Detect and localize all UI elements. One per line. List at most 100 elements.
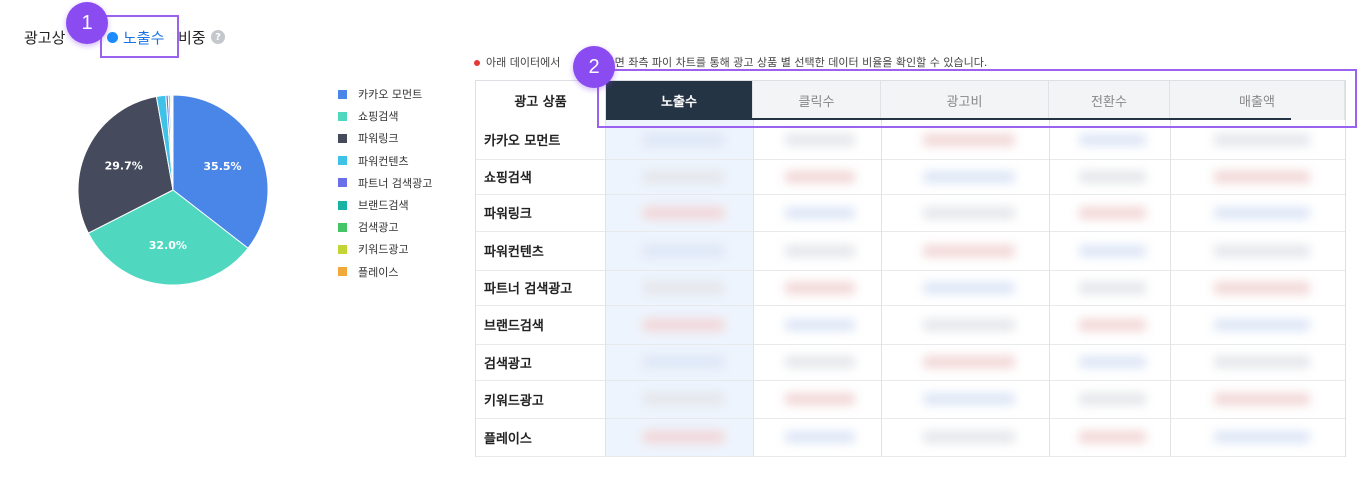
blurred-cell-value <box>785 244 856 257</box>
highlight-box-columns <box>597 69 1357 128</box>
legend-swatch <box>338 89 347 99</box>
help-glyph: ? <box>215 31 221 43</box>
step-badge-2: 2 <box>573 46 615 88</box>
step-badge-1-text: 1 <box>81 11 93 34</box>
blurred-cell-value <box>785 431 856 443</box>
blurred-cell-value <box>1213 393 1310 405</box>
note-bullet-icon <box>474 60 480 66</box>
blurred-cell-value <box>923 281 1016 294</box>
legend-swatch <box>338 111 347 121</box>
column-separator <box>1170 120 1171 456</box>
blurred-cell-value <box>642 318 724 331</box>
legend-label: 파트너 검색광고 <box>358 176 433 190</box>
blurred-cell-value <box>923 133 1016 146</box>
legend-item[interactable]: 검색광고 <box>338 216 432 238</box>
blurred-cell-value <box>1079 318 1146 331</box>
row-product-name: 쇼핑검색 <box>476 159 606 194</box>
note-text-after: 릭하면 좌측 파이 차트를 통해 광고 상품 별 선택한 데이터 비율을 확인할… <box>594 56 988 69</box>
blurred-cell-value <box>642 281 724 294</box>
table-row[interactable]: 브랜드검색 <box>476 305 1345 345</box>
help-icon[interactable]: ? <box>211 30 225 44</box>
blurred-cell-value <box>1213 170 1310 183</box>
blurred-cell-value <box>1213 281 1310 294</box>
legend-swatch <box>338 200 347 210</box>
row-product-name: 파트너 검색광고 <box>476 270 606 305</box>
legend-item[interactable]: 쇼핑검색 <box>338 105 432 127</box>
blurred-cell-value <box>642 431 724 443</box>
blurred-cell-value <box>642 393 724 405</box>
blurred-cell-value <box>785 356 856 368</box>
title-prefix: 광고상 <box>24 29 66 47</box>
legend-item[interactable]: 플레이스 <box>338 261 432 283</box>
blurred-cell-value <box>642 356 724 368</box>
column-separator <box>1049 120 1050 456</box>
pie-chart[interactable]: 35.5% 32.0% 29.7% <box>78 95 268 285</box>
legend-item[interactable]: 브랜드검색 <box>338 194 432 216</box>
blurred-cell-value <box>785 281 856 294</box>
legend-label: 카카오 모먼트 <box>358 88 423 102</box>
blurred-cell-value <box>923 244 1016 257</box>
legend-label: 쇼핑검색 <box>358 110 399 124</box>
table-row[interactable]: 쇼핑검색 <box>476 159 1345 195</box>
row-product-name: 검색광고 <box>476 344 606 380</box>
blurred-cell-value <box>1213 431 1310 443</box>
table-row[interactable]: 파워링크 <box>476 194 1345 232</box>
blurred-cell-value <box>1079 133 1146 146</box>
column-separator <box>881 120 882 456</box>
blurred-cell-value <box>923 431 1016 443</box>
blurred-cell-value <box>1079 170 1146 183</box>
blurred-cell-value <box>1079 206 1146 219</box>
table-row[interactable]: 검색광고 <box>476 344 1345 381</box>
pie-slice-8[interactable] <box>171 95 174 191</box>
blurred-cell-value <box>785 206 856 219</box>
chart-legend: 카카오 모먼트쇼핑검색파워링크파워컨텐츠파트너 검색광고브랜드검색검색광고키워드… <box>338 83 432 283</box>
legend-label: 브랜드검색 <box>358 199 409 213</box>
legend-item[interactable]: 파워컨텐츠 <box>338 150 432 172</box>
row-product-name: 키워드광고 <box>476 380 606 418</box>
blurred-cell-value <box>642 206 724 219</box>
blurred-cell-value <box>923 170 1016 183</box>
blurred-cell-value <box>642 244 724 257</box>
legend-item[interactable]: 파워링크 <box>338 127 432 149</box>
legend-label: 검색광고 <box>358 221 399 235</box>
table-row[interactable]: 파워컨텐츠 <box>476 231 1345 271</box>
legend-label: 플레이스 <box>358 265 399 279</box>
legend-label: 파워컨텐츠 <box>358 154 409 168</box>
legend-item[interactable]: 카카오 모먼트 <box>338 83 432 105</box>
legend-swatch <box>338 244 347 254</box>
legend-item[interactable]: 파트너 검색광고 <box>338 172 432 194</box>
blurred-cell-value <box>923 356 1016 368</box>
table-row[interactable]: 플레이스 <box>476 418 1345 457</box>
row-product-name: 브랜드검색 <box>476 305 606 344</box>
legend-label: 키워드광고 <box>358 243 409 257</box>
blurred-cell-value <box>1079 393 1146 405</box>
pie-label-2: 29.7% <box>105 159 143 172</box>
note-text-before: 아래 데이터에서 <box>486 56 561 69</box>
legend-label: 파워링크 <box>358 132 399 146</box>
table-row[interactable]: 키워드광고 <box>476 380 1345 419</box>
row-product-name: 플레이스 <box>476 418 606 456</box>
table-row[interactable]: 파트너 검색광고 <box>476 270 1345 306</box>
blurred-cell-value <box>642 170 724 183</box>
blurred-cell-value <box>785 318 856 331</box>
legend-swatch <box>338 156 347 166</box>
legend-swatch <box>338 267 347 277</box>
pie-label-1: 32.0% <box>149 239 187 252</box>
step-badge-2-text: 2 <box>588 55 600 78</box>
blurred-cell-value <box>923 206 1016 219</box>
blurred-cell-value <box>923 318 1016 331</box>
blurred-cell-value <box>1213 318 1310 331</box>
legend-item[interactable]: 키워드광고 <box>338 238 432 260</box>
legend-swatch <box>338 222 347 232</box>
blurred-cell-value <box>785 393 856 405</box>
step-badge-1: 1 <box>66 2 108 44</box>
blurred-cell-value <box>785 170 856 183</box>
blurred-cell-value <box>1213 356 1310 368</box>
blurred-cell-value <box>923 393 1016 405</box>
row-product-name: 파워링크 <box>476 194 606 231</box>
title-suffix: 비중 <box>178 29 206 47</box>
info-note: 아래 데이터에서 릭하면 좌측 파이 차트를 통해 광고 상품 별 선택한 데이터… <box>474 54 987 70</box>
pie-label-0: 35.5% <box>203 160 241 173</box>
blurred-cell-value <box>1079 244 1146 257</box>
legend-swatch <box>338 133 347 143</box>
